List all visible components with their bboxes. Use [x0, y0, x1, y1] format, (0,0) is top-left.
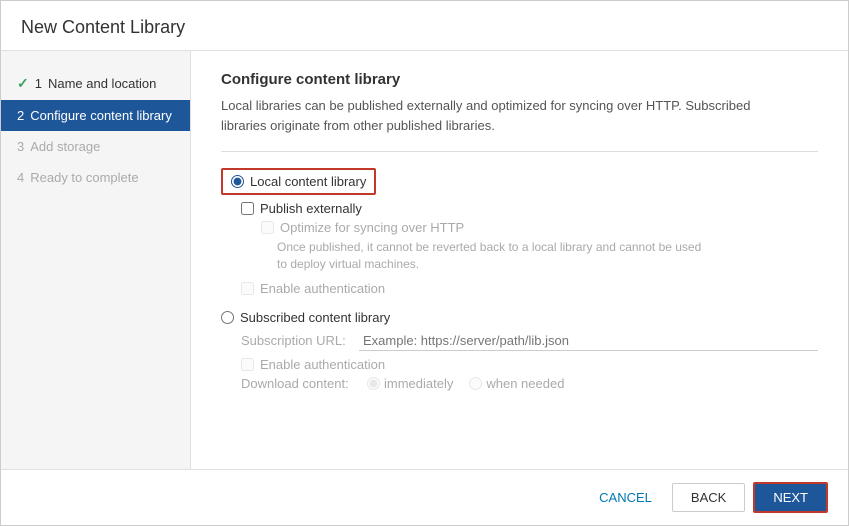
- sidebar-step-number-3: 3: [17, 139, 24, 154]
- local-library-option-group: Local content library Publish externally…: [221, 168, 818, 296]
- subscribed-library-option-group: Subscribed content library Subscription …: [221, 310, 818, 391]
- section-title: Configure content library: [221, 71, 818, 88]
- sidebar-step-number-1: 1: [35, 76, 42, 91]
- sidebar-step-1[interactable]: ✓ 1 Name and location: [1, 67, 190, 100]
- optimize-http-label: Optimize for syncing over HTTP: [280, 220, 464, 235]
- when-needed-radio: [469, 377, 482, 390]
- main-content: Configure content library Local librarie…: [191, 51, 848, 469]
- checkmark-icon: ✓: [17, 75, 29, 92]
- immediately-radio: [367, 377, 380, 390]
- subscribed-library-radio[interactable]: [221, 311, 234, 324]
- dialog-body: ✓ 1 Name and location 2 Configure conten…: [1, 51, 848, 469]
- enable-auth-sub-checkbox: [241, 358, 254, 371]
- immediately-label: immediately: [384, 376, 453, 391]
- subscription-url-row: Subscription URL:: [221, 331, 818, 351]
- new-content-library-dialog: New Content Library ✓ 1 Name and locatio…: [0, 0, 849, 526]
- when-needed-option[interactable]: when needed: [469, 376, 564, 391]
- subscription-url-input[interactable]: [359, 331, 818, 351]
- enable-auth-sub-label: Enable authentication: [260, 357, 385, 372]
- optimize-http-option: Optimize for syncing over HTTP: [221, 220, 818, 235]
- optimize-note: Once published, it cannot be reverted ba…: [221, 239, 818, 273]
- sidebar-step-label-1: Name and location: [48, 76, 156, 91]
- sidebar-step-label-4: Ready to complete: [30, 170, 138, 185]
- dialog-footer: CANCEL BACK NEXT: [1, 469, 848, 525]
- next-button[interactable]: NEXT: [753, 482, 828, 513]
- dialog-title: New Content Library: [1, 1, 848, 51]
- sidebar-step-2[interactable]: 2 Configure content library: [1, 100, 190, 131]
- local-library-option[interactable]: Local content library: [221, 168, 376, 195]
- local-library-radio[interactable]: [231, 175, 244, 188]
- local-library-label: Local content library: [250, 174, 366, 189]
- enable-auth-local-checkbox: [241, 282, 254, 295]
- subscribed-library-label: Subscribed content library: [240, 310, 390, 325]
- download-options: immediately when needed: [367, 376, 564, 391]
- enable-auth-local-label: Enable authentication: [260, 281, 385, 296]
- enable-auth-local-option: Enable authentication: [221, 281, 818, 296]
- immediately-option[interactable]: immediately: [367, 376, 453, 391]
- cancel-button[interactable]: CANCEL: [587, 484, 664, 511]
- subscribed-library-option[interactable]: Subscribed content library: [221, 310, 818, 325]
- publish-externally-checkbox[interactable]: [241, 202, 254, 215]
- optimize-http-row: Optimize for syncing over HTTP: [261, 220, 818, 235]
- sidebar-step-label-2: Configure content library: [30, 108, 172, 123]
- back-button[interactable]: BACK: [672, 483, 745, 512]
- sidebar-step-3: 3 Add storage: [1, 131, 190, 162]
- sidebar-step-number-2: 2: [17, 108, 24, 123]
- section-description: Local libraries can be published externa…: [221, 96, 818, 135]
- publish-externally-label: Publish externally: [260, 201, 362, 216]
- sidebar: ✓ 1 Name and location 2 Configure conten…: [1, 51, 191, 469]
- subscription-url-label: Subscription URL:: [241, 333, 351, 348]
- sidebar-step-label-3: Add storage: [30, 139, 100, 154]
- download-content-row: Download content: immediately when neede…: [221, 376, 818, 391]
- enable-auth-sub-option: Enable authentication: [221, 357, 818, 372]
- publish-externally-option[interactable]: Publish externally: [221, 201, 818, 216]
- download-content-label: Download content:: [241, 376, 351, 391]
- sidebar-step-number-4: 4: [17, 170, 24, 185]
- section-divider: [221, 151, 818, 152]
- sidebar-step-4: 4 Ready to complete: [1, 162, 190, 193]
- optimize-http-checkbox: [261, 221, 274, 234]
- when-needed-label: when needed: [486, 376, 564, 391]
